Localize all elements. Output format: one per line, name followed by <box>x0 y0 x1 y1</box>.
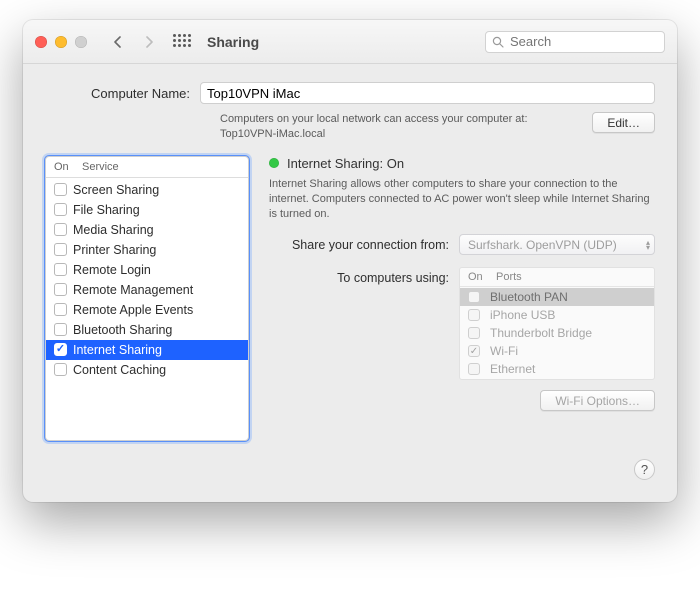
wifi-options-button[interactable]: Wi-Fi Options… <box>540 390 655 411</box>
service-row[interactable]: Bluetooth Sharing <box>46 320 248 340</box>
service-checkbox[interactable] <box>54 363 67 376</box>
page-title: Sharing <box>207 34 259 50</box>
port-checkbox[interactable] <box>468 363 480 375</box>
share-from-value: Surfshark. OpenVPN (UDP) <box>468 238 617 252</box>
port-label: Thunderbolt Bridge <box>490 326 592 340</box>
services-header: On Service <box>46 157 248 178</box>
back-button[interactable] <box>105 31 129 53</box>
titlebar: Sharing <box>23 20 677 64</box>
window-controls <box>35 36 87 48</box>
ports-col-on: On <box>468 271 496 283</box>
status-text: Internet Sharing: On <box>287 156 404 171</box>
minimize-icon[interactable] <box>55 36 67 48</box>
services-col-service: Service <box>82 161 240 173</box>
computer-name-input[interactable] <box>200 82 655 104</box>
service-checkbox[interactable] <box>54 283 67 296</box>
to-computers-label: To computers using: <box>269 267 449 285</box>
search-icon <box>492 36 504 48</box>
port-checkbox[interactable] <box>468 309 480 321</box>
show-all-button[interactable] <box>169 31 193 53</box>
ports-col-ports: Ports <box>496 271 646 283</box>
service-checkbox[interactable] <box>54 203 67 216</box>
service-label: Remote Login <box>73 263 151 277</box>
search-input[interactable] <box>510 34 658 49</box>
share-from-popup[interactable]: Surfshark. OpenVPN (UDP) ▴▾ <box>459 234 655 255</box>
service-row[interactable]: Remote Apple Events <box>46 300 248 320</box>
sharing-preferences-window: Sharing Computer Name: Computers on your… <box>23 20 677 502</box>
forward-button[interactable] <box>137 31 161 53</box>
status-indicator-icon <box>269 158 279 168</box>
port-label: iPhone USB <box>490 308 555 322</box>
service-row[interactable]: Remote Management <box>46 280 248 300</box>
ports-list[interactable]: On Ports Bluetooth PAN iPhone USB Thunderb… <box>459 267 655 380</box>
service-row[interactable]: File Sharing <box>46 200 248 220</box>
popup-arrows-icon: ▴▾ <box>646 240 650 250</box>
service-row[interactable]: Screen Sharing <box>46 180 248 200</box>
service-checkbox[interactable] <box>54 323 67 336</box>
service-label: Content Caching <box>73 363 166 377</box>
service-checkbox[interactable] <box>54 263 67 276</box>
port-label: Bluetooth PAN <box>490 290 568 304</box>
service-row[interactable]: Internet Sharing <box>46 340 248 360</box>
edit-button[interactable]: Edit… <box>592 112 655 133</box>
service-checkbox[interactable] <box>54 183 67 196</box>
computer-name-row: Computer Name: <box>75 82 655 104</box>
search-field[interactable] <box>485 31 665 53</box>
service-checkbox[interactable] <box>54 223 67 236</box>
service-label: Screen Sharing <box>73 183 159 197</box>
service-label: Internet Sharing <box>73 343 162 357</box>
service-row[interactable]: Content Caching <box>46 360 248 380</box>
service-label: Remote Management <box>73 283 193 297</box>
service-detail: Internet Sharing: On Internet Sharing al… <box>269 156 655 412</box>
ports-header: On Ports <box>460 268 654 287</box>
service-label: Remote Apple Events <box>73 303 193 317</box>
service-label: File Sharing <box>73 203 140 217</box>
close-icon[interactable] <box>35 36 47 48</box>
service-checkbox[interactable] <box>54 303 67 316</box>
port-row[interactable]: Ethernet <box>460 360 654 378</box>
service-label: Media Sharing <box>73 223 154 237</box>
zoom-icon <box>75 36 87 48</box>
port-row[interactable]: Wi-Fi <box>460 342 654 360</box>
port-label: Wi-Fi <box>490 344 518 358</box>
service-row[interactable]: Remote Login <box>46 260 248 280</box>
port-row[interactable]: Thunderbolt Bridge <box>460 324 654 342</box>
computer-name-label: Computer Name: <box>75 86 190 101</box>
share-from-label: Share your connection from: <box>269 238 449 252</box>
services-col-on: On <box>54 161 78 173</box>
port-checkbox[interactable] <box>468 345 480 357</box>
service-label: Bluetooth Sharing <box>73 323 172 337</box>
computer-name-help-line2: Top10VPN-iMac.local <box>220 127 578 142</box>
port-checkbox[interactable] <box>468 327 480 339</box>
content-area: Computer Name: Computers on your local n… <box>23 64 677 502</box>
service-row[interactable]: Printer Sharing <box>46 240 248 260</box>
port-row[interactable]: iPhone USB <box>460 306 654 324</box>
computer-name-help-line1: Computers on your local network can acce… <box>220 112 578 127</box>
computer-name-help: Computers on your local network can acce… <box>220 112 578 142</box>
port-checkbox[interactable] <box>468 291 480 303</box>
service-description: Internet Sharing allows other computers … <box>269 177 655 223</box>
port-label: Ethernet <box>490 362 535 376</box>
help-button[interactable]: ? <box>634 459 655 480</box>
service-label: Printer Sharing <box>73 243 156 257</box>
services-list[interactable]: On Service Screen Sharing File Sharing Med… <box>45 156 249 441</box>
service-checkbox[interactable] <box>54 243 67 256</box>
port-row[interactable]: Bluetooth PAN <box>460 288 654 306</box>
service-checkbox[interactable] <box>54 343 67 356</box>
service-row[interactable]: Media Sharing <box>46 220 248 240</box>
